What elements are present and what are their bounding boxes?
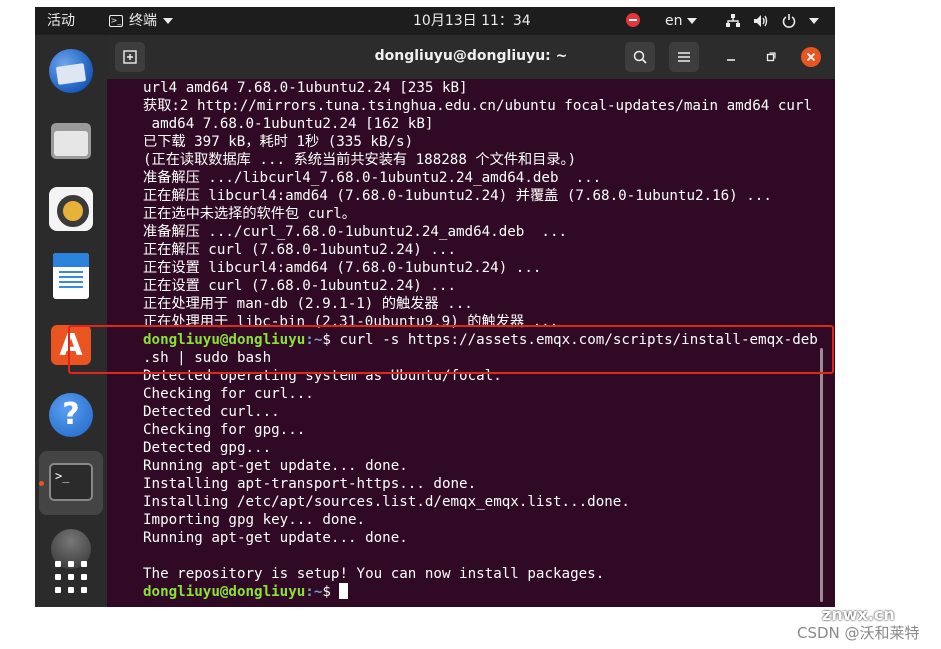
minimize-button[interactable] (721, 47, 741, 67)
output-line: 正在解压 libcurl4:amd64 (7.68.0-1ubuntu2.24)… (143, 188, 772, 204)
output-line: 正在设置 curl (7.68.0-1ubuntu2.24) ... (143, 278, 456, 294)
system-tray[interactable] (725, 11, 819, 31)
output-line: 准备解压 .../libcurl4_7.68.0-1ubuntu2.24_amd… (143, 170, 602, 186)
input-language-menu[interactable]: en (665, 12, 697, 30)
thunderbird-icon[interactable] (47, 47, 95, 95)
output-line: amd64 7.68.0-1ubuntu2.24 [162 kB] (143, 116, 434, 132)
output-line: 正在选中未选择的软件包 curl。 (143, 206, 356, 222)
text-cursor (339, 583, 349, 599)
chevron-down-icon (163, 18, 173, 24)
chevron-down-icon[interactable] (809, 18, 819, 24)
output-line: Detected curl... (143, 404, 280, 420)
power-icon[interactable] (781, 11, 797, 31)
app-menu[interactable]: >_ 终端 (109, 12, 173, 30)
output-line: 获取:2 http://mirrors.tuna.tsinghua.edu.cn… (143, 98, 812, 114)
current-prompt-line[interactable]: dongliuyu@dongliuyu:~$ (143, 583, 349, 601)
minimize-icon (727, 59, 735, 61)
desktop-screen: 活动 >_ 终端 10月13日 11：34 en A ? >_ dongliuy… (35, 7, 835, 607)
output-line: 已下载 397 kB，耗时 1秒 (335 kB/s) (143, 134, 414, 150)
running-indicator (39, 481, 44, 486)
clock[interactable]: 10月13日 11：34 (413, 12, 531, 30)
network-icon[interactable] (725, 11, 741, 31)
language-label: en (665, 13, 683, 29)
hamburger-menu-button[interactable] (669, 42, 699, 72)
watermark: CSDN @沃和莱特 (797, 624, 920, 642)
search-button[interactable] (625, 42, 655, 72)
output-line: Importing gpg key... done. (143, 512, 366, 528)
terminal-mini-icon: >_ (109, 15, 123, 27)
prompt-path: :~ (305, 584, 323, 600)
volume-icon[interactable] (753, 11, 769, 31)
terminal-scrollbar[interactable] (820, 348, 823, 602)
chevron-down-icon (686, 18, 697, 24)
files-icon[interactable] (47, 117, 95, 165)
maximize-icon (766, 52, 776, 62)
terminal-header: dongliuyu@dongliuyu: ~ (107, 35, 835, 79)
output-line: 正在设置 libcurl4:amd64 (7.68.0-1ubuntu2.24)… (143, 260, 542, 276)
prompt-user: dongliuyu@dongliuyu (143, 584, 306, 600)
output-line: Running apt-get update... done. (143, 458, 408, 474)
output-line: Checking for curl... (143, 386, 314, 402)
app-grid-icon[interactable] (47, 555, 95, 603)
output-line: Detected gpg... (143, 440, 272, 456)
close-icon (806, 52, 816, 62)
app-menu-label: 终端 (129, 13, 157, 29)
close-button[interactable] (801, 47, 821, 67)
output-line: Running apt-get update... done. (143, 530, 408, 546)
prompt-symbol: $ (322, 584, 340, 600)
terminal-window[interactable]: dongliuyu@dongliuyu: ~ url4 amd64 7.68.0… (107, 35, 835, 607)
output-line: (正在读取数据库 ... 系统当前共安装有 188288 个文件和目录。) (143, 152, 577, 168)
activities-button[interactable]: 活动 (47, 12, 75, 30)
terminal-icon[interactable]: >_ (47, 459, 95, 507)
output-line: 正在处理用于 man-db (2.9.1-1) 的触发器 ... (143, 296, 473, 312)
hamburger-icon (678, 52, 690, 62)
writer-icon[interactable] (47, 253, 95, 301)
output-line: 正在解压 curl (7.68.0-1ubuntu2.24) ... (143, 242, 456, 258)
output-line: The repository is setup! You can now ins… (143, 566, 605, 582)
do-not-disturb-icon[interactable] (626, 13, 640, 27)
output-line: 准备解压 .../curl_7.68.0-1ubuntu2.24_amd64.d… (143, 224, 568, 240)
maximize-button[interactable] (761, 47, 781, 67)
top-bar: 活动 >_ 终端 10月13日 11：34 en (35, 7, 835, 35)
output-line: url4 amd64 7.68.0-1ubuntu2.24 [235 kB] (143, 80, 468, 96)
rhythmbox-icon[interactable] (47, 185, 95, 233)
search-icon (633, 50, 647, 64)
output-line: Installing apt-transport-https... done. (143, 476, 477, 492)
output-line: Checking for gpg... (143, 422, 306, 438)
help-icon[interactable]: ? (47, 391, 95, 439)
output-line: Installing /etc/apt/sources.list.d/emqx_… (143, 494, 630, 510)
dock: A ? >_ (35, 35, 107, 607)
command-highlight-box (68, 325, 834, 374)
